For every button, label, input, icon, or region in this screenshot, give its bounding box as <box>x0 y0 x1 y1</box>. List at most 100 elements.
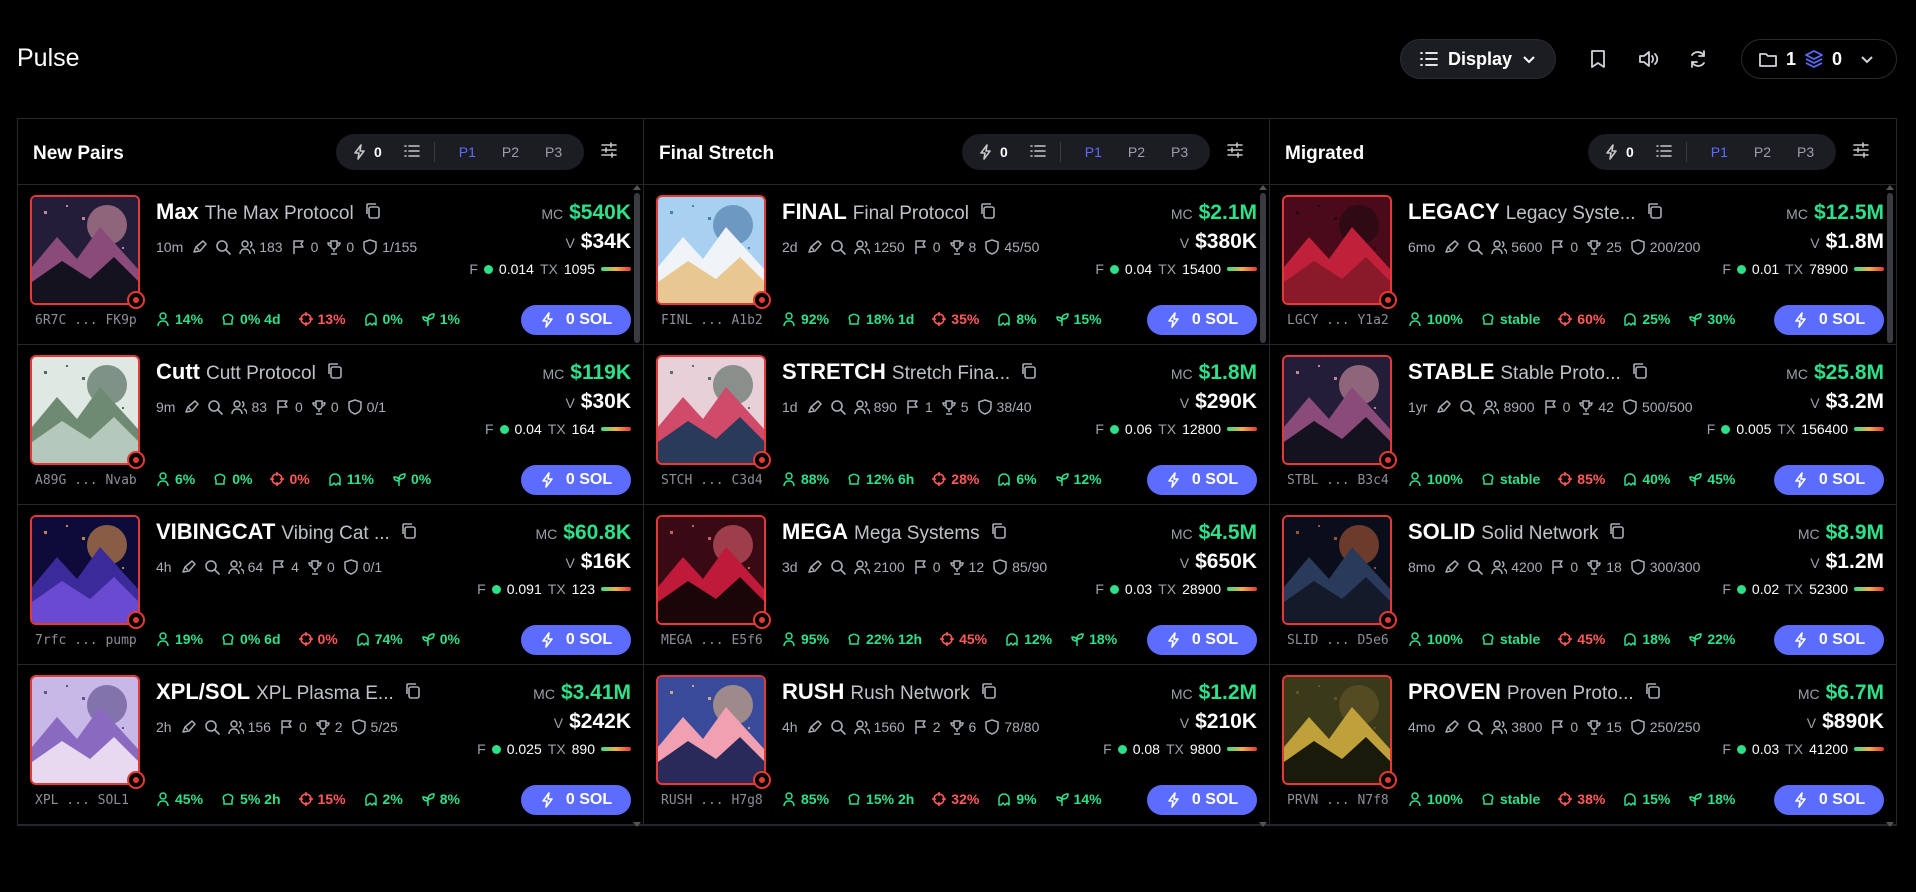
token-card[interactable]: STBL ... B3c4 STABLE Stable Proto... 1yr 890… <box>1270 345 1896 505</box>
token-image[interactable] <box>1282 195 1392 305</box>
scrollbar-thumb[interactable] <box>634 193 640 343</box>
token-image[interactable] <box>656 355 766 465</box>
edit-link[interactable] <box>806 559 822 575</box>
token-card[interactable]: STCH ... C3d4 STRETCH Stretch Fina... 1d 890… <box>644 345 1269 505</box>
list-view-button[interactable] <box>1655 143 1672 162</box>
token-card[interactable]: MEGA ... E5f6 MEGA Mega Systems 3d 2100 0 12 85… <box>644 505 1269 665</box>
token-address[interactable]: MEGA ... E5f6 <box>661 633 763 648</box>
preset-p2[interactable]: P2 <box>1754 144 1771 160</box>
token-image[interactable] <box>656 515 766 625</box>
search-link[interactable] <box>830 719 846 735</box>
search-link[interactable] <box>830 239 846 255</box>
token-address[interactable]: PRVN ... N7f8 <box>1287 793 1389 808</box>
preset-p1[interactable]: P1 <box>459 144 476 160</box>
quick-buy-button[interactable]: 0 SOL <box>1774 465 1884 495</box>
token-card[interactable]: SLID ... D5e6 SOLID Solid Network 8mo 4200 0 1… <box>1270 505 1896 665</box>
token-card[interactable]: FINL ... A1b2 FINAL Final Protocol 2d 1250 0 8… <box>644 185 1269 345</box>
search-link[interactable] <box>1467 719 1484 735</box>
volume-icon[interactable] <box>1633 44 1663 74</box>
token-address[interactable]: LGCY ... Y1a2 <box>1287 313 1389 328</box>
edit-link[interactable] <box>1443 239 1459 255</box>
token-card[interactable]: LGCY ... Y1a2 LEGACY Legacy Syste... 6mo 560… <box>1270 185 1896 345</box>
scroll-up-arrow[interactable] <box>1259 185 1267 190</box>
token-image[interactable] <box>30 675 140 785</box>
token-image[interactable] <box>1282 515 1392 625</box>
panel-settings-button[interactable] <box>600 141 618 164</box>
quick-buy-button[interactable]: 0 SOL <box>1147 625 1257 655</box>
list-view-button[interactable] <box>1029 143 1046 162</box>
search-link[interactable] <box>830 399 846 415</box>
edit-link[interactable] <box>180 719 196 735</box>
scrollbar-thumb[interactable] <box>1887 193 1893 343</box>
scroll-down-arrow[interactable] <box>1886 822 1894 827</box>
edit-link[interactable] <box>1435 399 1452 415</box>
scroll-up-arrow[interactable] <box>1886 185 1894 190</box>
token-card[interactable]: PRVN ... N7f8 PROVEN Proven Proto... 4mo 380… <box>1270 665 1896 825</box>
quick-buy-button[interactable]: 0 SOL <box>1774 785 1884 815</box>
wallet-selector[interactable]: 1 0 <box>1741 39 1897 79</box>
edit-link[interactable] <box>183 399 200 415</box>
token-address[interactable]: 7rfc ... pump <box>35 633 137 648</box>
search-link[interactable] <box>204 559 220 575</box>
token-card[interactable]: 7rfc ... pump VIBINGCAT Vibing Cat ... 4h 64… <box>18 505 643 665</box>
scroll-up-arrow[interactable] <box>633 185 641 190</box>
preset-p3[interactable]: P3 <box>545 144 562 160</box>
copy-address-button[interactable] <box>364 200 382 226</box>
copy-address-button[interactable] <box>1631 360 1649 386</box>
scrollbar[interactable] <box>1259 185 1267 827</box>
panel-settings-button[interactable] <box>1852 141 1870 164</box>
token-card[interactable]: 6R7C ... FK9p Max The Max Protocol 10m 183 0 0… <box>18 185 643 345</box>
copy-address-button[interactable] <box>404 680 422 706</box>
preset-p3[interactable]: P3 <box>1171 144 1188 160</box>
token-address[interactable]: A89G ... Nvab <box>35 473 137 488</box>
bookmark-icon[interactable] <box>1583 44 1613 74</box>
search-link[interactable] <box>207 399 224 415</box>
copy-address-button[interactable] <box>1608 520 1626 546</box>
token-address[interactable]: 6R7C ... FK9p <box>35 313 137 328</box>
quick-buy-button[interactable]: 0 SOL <box>1774 625 1884 655</box>
token-image[interactable] <box>1282 675 1392 785</box>
token-image[interactable] <box>656 675 766 785</box>
quick-buy-button[interactable]: 0 SOL <box>521 785 631 815</box>
edit-link[interactable] <box>806 239 822 255</box>
preset-p2[interactable]: P2 <box>1128 144 1145 160</box>
search-link[interactable] <box>215 239 232 255</box>
scrollbar[interactable] <box>1886 185 1894 827</box>
preset-p1[interactable]: P1 <box>1711 144 1728 160</box>
token-address[interactable]: RUSH ... H7g8 <box>661 793 763 808</box>
edit-link[interactable] <box>1443 559 1459 575</box>
panel-settings-button[interactable] <box>1226 141 1244 164</box>
edit-link[interactable] <box>806 719 822 735</box>
list-view-button[interactable] <box>403 143 420 162</box>
scrollbar-thumb[interactable] <box>1260 193 1266 343</box>
search-link[interactable] <box>1467 559 1484 575</box>
copy-address-button[interactable] <box>400 520 418 546</box>
edit-link[interactable] <box>191 239 207 255</box>
token-card[interactable]: RUSH ... H7g8 RUSH Rush Network 4h 1560 2 6 78/… <box>644 665 1269 825</box>
token-address[interactable]: SLID ... D5e6 <box>1287 633 1389 648</box>
display-button[interactable]: Display <box>1400 39 1556 79</box>
preset-p1[interactable]: P1 <box>1085 144 1102 160</box>
quick-buy-button[interactable]: 0 SOL <box>1147 305 1257 335</box>
token-image[interactable] <box>30 195 140 305</box>
quick-buy-button[interactable]: 0 SOL <box>521 625 631 655</box>
search-link[interactable] <box>1467 239 1484 255</box>
copy-address-button[interactable] <box>979 200 997 226</box>
quick-buy-button[interactable]: 0 SOL <box>1774 305 1884 335</box>
quick-buy-button[interactable]: 0 SOL <box>521 465 631 495</box>
quick-buy-toggle[interactable]: 0 <box>978 144 1008 160</box>
token-card[interactable]: A89G ... Nvab Cutt Cutt Protocol 9m 83 0 0 0/1 M… <box>18 345 643 505</box>
token-image[interactable] <box>1282 355 1392 465</box>
token-image[interactable] <box>30 515 140 625</box>
copy-address-button[interactable] <box>326 360 344 386</box>
token-address[interactable]: STCH ... C3d4 <box>661 473 763 488</box>
quick-buy-button[interactable]: 0 SOL <box>1147 465 1257 495</box>
token-address[interactable]: XPL ... SOL1 <box>35 793 129 808</box>
quick-buy-button[interactable]: 0 SOL <box>1147 785 1257 815</box>
search-link[interactable] <box>830 559 846 575</box>
edit-link[interactable] <box>180 559 196 575</box>
copy-address-button[interactable] <box>980 680 998 706</box>
search-link[interactable] <box>204 719 220 735</box>
scrollbar[interactable] <box>633 185 641 827</box>
token-address[interactable]: STBL ... B3c4 <box>1287 473 1389 488</box>
